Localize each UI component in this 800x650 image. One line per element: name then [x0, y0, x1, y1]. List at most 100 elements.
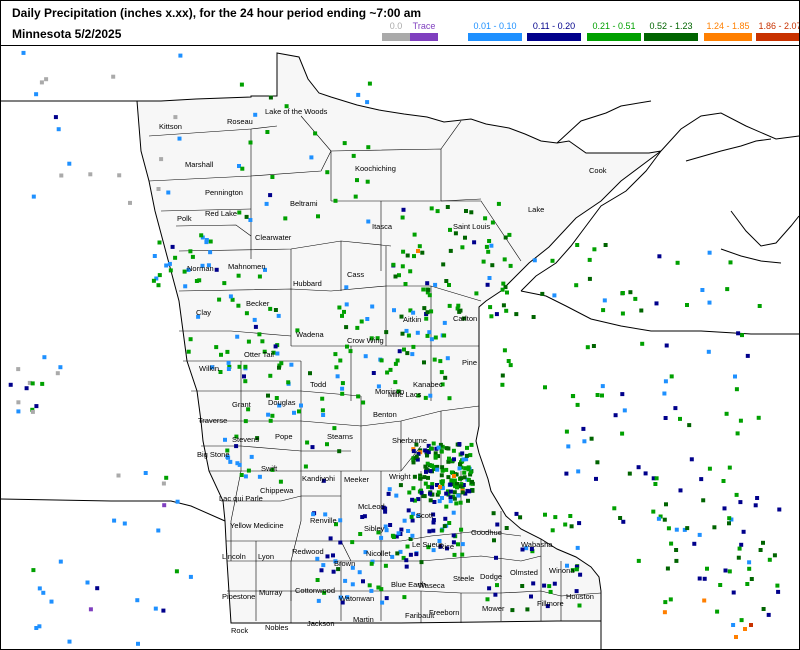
station-dot — [425, 281, 430, 286]
station-dot — [574, 567, 579, 572]
station-dot — [745, 582, 750, 586]
station-dot — [612, 506, 617, 511]
station-dot — [674, 558, 679, 563]
station-dot — [361, 400, 366, 405]
station-dot — [639, 308, 644, 313]
station-dot — [338, 518, 343, 523]
station-dot — [503, 235, 508, 240]
station-dot — [310, 445, 315, 450]
station-dot — [687, 423, 692, 428]
station-dot — [162, 503, 167, 508]
station-dot — [428, 491, 432, 496]
station-dot — [428, 393, 433, 398]
station-dot — [457, 442, 462, 446]
station-dot — [67, 161, 72, 166]
station-dot — [444, 467, 449, 472]
station-dot — [485, 597, 490, 602]
station-dot — [260, 339, 265, 344]
station-dot — [355, 178, 359, 183]
station-dot — [753, 503, 758, 508]
legend-item: 0.0 — [381, 21, 411, 41]
station-dot — [701, 498, 706, 503]
station-dot — [589, 436, 594, 441]
station-dot — [575, 402, 580, 407]
station-dot — [423, 464, 428, 469]
station-dot — [156, 528, 161, 533]
station-dot — [340, 391, 345, 396]
station-dot — [463, 235, 467, 240]
station-dot — [447, 303, 452, 308]
station-dot — [266, 412, 271, 417]
station-dot — [411, 486, 416, 491]
station-dot — [363, 354, 368, 359]
station-dot — [402, 518, 407, 523]
station-dot — [731, 590, 736, 595]
station-dot — [273, 344, 278, 349]
station-dot — [369, 588, 374, 593]
station-dot — [428, 469, 433, 474]
station-dot — [410, 352, 415, 357]
station-dot — [699, 477, 704, 482]
station-dot — [745, 353, 750, 358]
station-dot — [600, 384, 605, 389]
station-dot — [228, 459, 233, 464]
station-dot — [34, 404, 39, 409]
station-dot — [334, 365, 339, 370]
county-label: Pipestone — [222, 592, 255, 601]
station-dot — [442, 333, 447, 338]
station-dot — [226, 367, 231, 371]
station-dot — [222, 281, 227, 286]
legend-swatch — [587, 33, 641, 41]
station-dot — [325, 554, 330, 559]
station-dot — [240, 166, 245, 171]
station-dot — [376, 585, 381, 590]
station-dot — [490, 263, 495, 268]
station-dot — [747, 566, 752, 571]
station-dot — [568, 514, 573, 518]
county-label: Dodge — [480, 572, 502, 581]
county-label: Traverse — [198, 416, 227, 425]
station-dot — [725, 287, 730, 292]
station-dot — [353, 194, 358, 199]
station-dot — [431, 528, 436, 533]
station-dot — [543, 385, 547, 390]
station-dot — [30, 381, 35, 386]
station-dot — [407, 490, 412, 495]
station-dot — [55, 371, 60, 376]
ontario-line — [556, 100, 652, 144]
precipitation-map: Kittson Roseau Lake of the Woods Marshall Ko… — [1, 50, 799, 649]
station-dot — [58, 559, 63, 564]
station-dot — [508, 263, 513, 268]
station-dot — [393, 361, 398, 366]
station-dot — [547, 584, 552, 589]
station-dot — [494, 312, 499, 317]
station-dot — [112, 518, 117, 523]
sd-line — [1, 498, 226, 522]
station-dot — [257, 474, 262, 479]
station-dot — [755, 496, 760, 500]
station-dot — [309, 155, 314, 160]
county-label: Becker — [246, 299, 270, 308]
station-dot — [723, 568, 728, 573]
county-label: Redwood — [292, 547, 324, 556]
station-dot — [264, 201, 269, 206]
station-dot — [219, 352, 223, 357]
station-dot — [426, 475, 430, 480]
station-dot — [563, 522, 568, 527]
station-dot — [469, 442, 474, 447]
station-dot — [727, 516, 732, 521]
station-dot — [715, 609, 720, 614]
legend-swatch — [468, 33, 522, 41]
station-dot — [613, 413, 618, 418]
station-dot — [208, 250, 213, 255]
station-dot — [156, 283, 161, 288]
station-dot — [338, 540, 343, 545]
station-dot — [391, 535, 396, 539]
station-dot — [277, 365, 281, 370]
station-dot — [289, 362, 294, 367]
station-dot — [356, 92, 361, 97]
station-dot — [728, 260, 733, 265]
station-dot — [594, 476, 598, 481]
station-dot — [738, 500, 743, 505]
station-dot — [444, 446, 449, 451]
